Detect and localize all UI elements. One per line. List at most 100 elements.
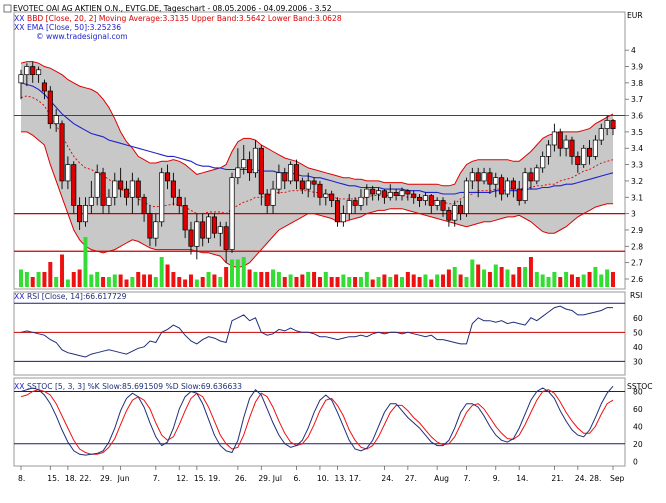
volume-bar [405, 272, 410, 287]
price-tick-label: 3.2 [631, 177, 643, 186]
stoch-tick-label: 40 [633, 422, 643, 431]
volume-bar [335, 277, 340, 287]
volume-bar [300, 274, 305, 287]
volume-bar [165, 264, 170, 287]
candle-body [463, 180, 470, 214]
volume-bar [546, 277, 551, 287]
volume-bar [112, 274, 117, 287]
candle-body [276, 172, 282, 190]
volume-bar [435, 274, 440, 287]
volume-bar [241, 257, 246, 287]
candle-body [47, 90, 53, 125]
date-tick-label: 15. [47, 474, 59, 483]
candle-body [77, 205, 83, 223]
candle-body [159, 172, 165, 223]
volume-bar [271, 269, 276, 287]
chart-canvas: 4 3.9 3.8 3.7 3.6 3.5 3.4 3.3 3.2 3.1 3 2.9 2.8 2.7 2.… [3, 4, 653, 483]
rsi-toggle-icon[interactable]: XX [14, 292, 24, 301]
rsi-panel-code: RSI [630, 291, 642, 300]
candle-body [112, 180, 118, 198]
candle-body [499, 177, 505, 195]
volume-bar [101, 277, 106, 287]
bbd-toggle-icon[interactable]: XX [14, 14, 24, 23]
price-tick-label: 3.6 [631, 112, 643, 121]
volume-bar [581, 274, 586, 287]
volume-bar [71, 272, 76, 287]
volume-bar [83, 237, 88, 287]
candle-body [311, 180, 317, 185]
volume-bar [106, 277, 111, 287]
candle-body [440, 200, 446, 211]
ema-toggle-icon[interactable]: XX [14, 23, 24, 32]
volume-bar [235, 259, 240, 287]
volume-bar [511, 274, 516, 287]
candle-body [522, 172, 528, 201]
candle-body [305, 180, 311, 190]
candle-body [364, 188, 370, 198]
date-tick-label: 24. 28. [575, 474, 602, 483]
rsi-panel-frame [13, 291, 626, 376]
candle-body [182, 205, 188, 231]
candle-body [129, 180, 135, 198]
volume-bar [599, 274, 604, 287]
candle-body [587, 147, 593, 157]
date-tick-label: Jun [117, 474, 130, 483]
date-tick-label: 14. [516, 474, 528, 483]
candle-body [264, 193, 270, 206]
volume-bar [528, 257, 533, 287]
price-tick-label: 3 [631, 210, 636, 219]
candle-body [135, 180, 141, 198]
volume-bar [294, 277, 299, 287]
price-tick-label: 2.6 [631, 275, 643, 284]
candle-body [399, 190, 405, 196]
candle-body [288, 164, 294, 182]
volume-bar [493, 264, 498, 287]
date-tick-label: Sep [610, 474, 624, 483]
price-axis: 4 3.9 3.8 3.7 3.6 3.5 3.4 3.3 3.2 3.1 3 2.9 2.8 2.7 2.… [625, 46, 643, 284]
volume-bar [171, 272, 176, 287]
volume-bar [288, 274, 293, 287]
volume-bar [470, 259, 475, 287]
volume-bar [30, 277, 35, 287]
date-tick-label: 24. [381, 474, 393, 483]
volume-bar [358, 277, 363, 287]
volume-bar [153, 277, 158, 287]
candle-body [528, 172, 534, 182]
stoch-legend: SSTOC [5, 3, 3] %K Slow:85.691509 %D Slo… [27, 382, 242, 391]
candle-body [71, 164, 77, 206]
date-tick-label: 7. [153, 474, 160, 483]
candle-body [469, 172, 475, 182]
candle-body [30, 66, 36, 76]
volume-bar [230, 259, 235, 287]
candle-body [82, 205, 89, 223]
volume-bar [523, 267, 528, 287]
candle-body [545, 144, 552, 157]
candle-body [211, 216, 217, 234]
volume-bar [458, 274, 463, 287]
candle-body [59, 123, 65, 182]
candle-body [247, 159, 253, 174]
volume-bar [36, 272, 41, 287]
ema-legend: EMA [Close, 50]:3.25236 [27, 23, 121, 32]
volume-bar [593, 267, 598, 287]
candle-body [241, 159, 247, 169]
volume-bar [65, 279, 70, 287]
volume-bar [89, 274, 94, 287]
stoch-toggle-icon[interactable]: XX [14, 382, 24, 391]
candle-body [387, 192, 393, 198]
candle-body [422, 195, 428, 201]
candle-body [252, 147, 259, 174]
candle-body [334, 200, 341, 223]
volume-bar [347, 277, 352, 287]
date-tick-label: 10. [317, 474, 329, 483]
volume-bar [194, 279, 199, 287]
title-toggle-box[interactable] [3, 4, 12, 13]
candle-body [188, 229, 194, 247]
candle-body [340, 213, 346, 223]
date-tick-label: 6. [293, 474, 300, 483]
rsi-legend: RSI [Close, 14]:66.617729 [27, 292, 127, 301]
candle-body [563, 139, 569, 149]
candle-body [258, 147, 264, 195]
rsi-tick-label: 50 [633, 328, 643, 337]
price-tick-label: 3.3 [631, 161, 643, 170]
